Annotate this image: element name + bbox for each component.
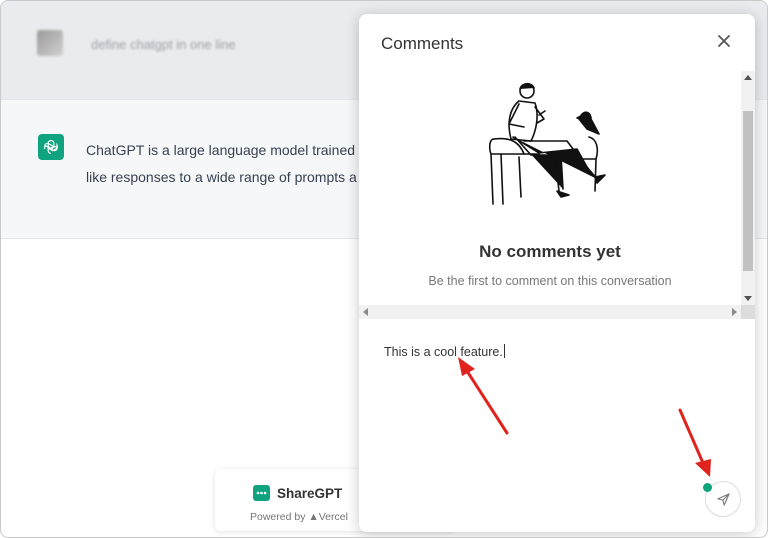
empty-state-illustration [488,82,606,205]
close-icon[interactable] [715,32,733,50]
chat-bubble-icon [253,485,270,501]
empty-state-title: No comments yet [479,242,621,261]
comments-panel: Comments No comments yet Be the first to… [359,14,755,532]
horizontal-scrollbar[interactable] [359,305,741,319]
sharegpt-brand[interactable]: ShareGPT [253,485,342,501]
send-button[interactable] [703,481,741,517]
scroll-left-icon[interactable] [363,308,368,316]
text-caret [503,344,505,358]
vertical-scrollbar[interactable] [741,71,755,305]
panel-header: Comments [359,14,755,72]
answer-text: ChatGPT is a large language model traine… [86,137,366,191]
answer-line: ChatGPT is a large language model traine… [86,142,366,158]
powered-by-vercel[interactable]: Powered by ▲Vercel [250,511,348,523]
scroll-down-icon[interactable] [744,296,752,301]
empty-state-subtitle: Be the first to comment on this conversa… [428,274,672,288]
sharegpt-label: ShareGPT [277,485,343,501]
panel-title: Comments [381,34,464,53]
scrollbar-thumb[interactable] [743,111,753,271]
send-icon [716,492,730,506]
app-window: define chatgpt in one line ChatGPT is a … [0,0,768,538]
comment-input-value: This is a cool feature. [384,345,503,359]
status-dot [703,483,712,492]
user-avatar [37,30,63,56]
comment-input[interactable]: This is a cool feature. [384,344,724,359]
question-text: define chatgpt in one line [91,37,236,52]
scrollbar-corner [741,305,755,319]
comments-list[interactable]: No comments yet Be the first to comment … [359,71,755,319]
chatgpt-logo-icon [38,134,64,160]
answer-line: like responses to a wide range of prompt… [86,169,357,185]
scroll-up-icon[interactable] [744,75,752,80]
scroll-right-icon[interactable] [732,308,737,316]
